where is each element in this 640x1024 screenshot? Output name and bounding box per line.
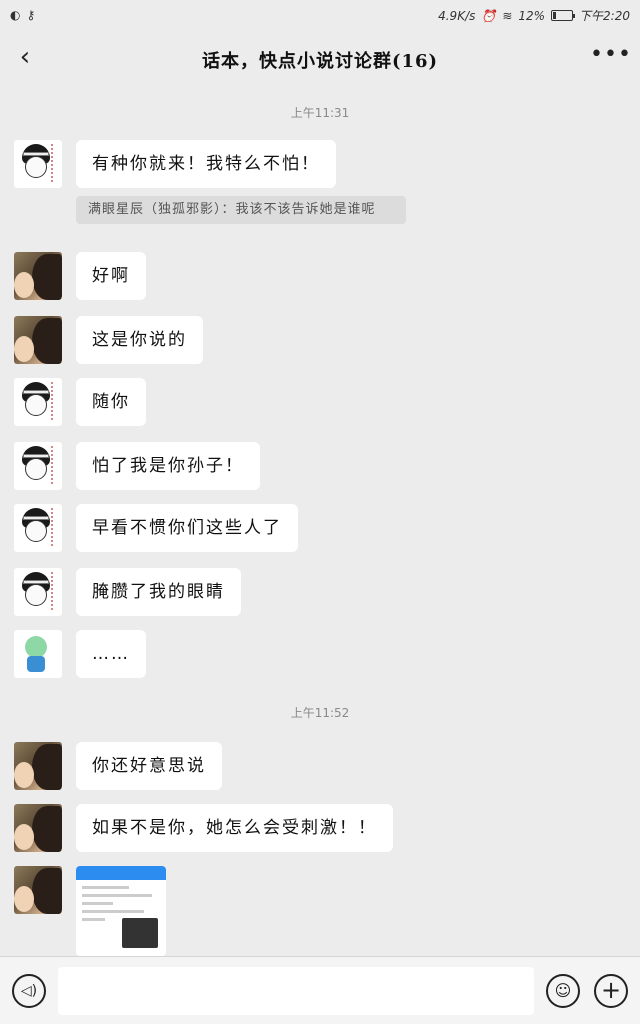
avatar[interactable] bbox=[14, 442, 62, 490]
app-notification-icon: ◐ bbox=[10, 8, 21, 22]
timestamp: 上午11:52 bbox=[290, 706, 350, 720]
back-button[interactable]: ‹ bbox=[10, 42, 40, 72]
avatar[interactable] bbox=[14, 378, 62, 426]
timestamp: 上午11:31 bbox=[290, 106, 350, 120]
message-bubble[interactable]: 怕了我是你孙子！ bbox=[76, 442, 260, 490]
chat-area[interactable]: 上午11:31 有种你就来！我特么不怕！ 满眼星辰（独孤邪影）：我该不该告诉她是… bbox=[0, 88, 640, 956]
image-message[interactable] bbox=[76, 866, 166, 956]
message-bubble[interactable]: 早看不惯你们这些人了 bbox=[76, 504, 298, 552]
emoji-icon: ☺ bbox=[554, 981, 572, 1000]
more-button[interactable]: ••• bbox=[590, 40, 631, 70]
message-bubble[interactable]: 随你 bbox=[76, 378, 146, 426]
battery-icon bbox=[551, 10, 576, 21]
back-icon: ‹ bbox=[19, 42, 31, 72]
plus-button[interactable]: + bbox=[594, 974, 628, 1008]
message-bubble[interactable]: 这是你说的 bbox=[76, 316, 203, 364]
plus-icon: + bbox=[600, 976, 622, 1004]
network-speed: 4.9K/s bbox=[438, 8, 476, 23]
voice-icon: ◁) bbox=[20, 983, 38, 999]
avatar[interactable] bbox=[14, 316, 62, 364]
avatar[interactable] bbox=[14, 742, 62, 790]
avatar[interactable] bbox=[14, 866, 62, 914]
title-bar: ‹ 话本，快点小说讨论群(16) ••• bbox=[0, 30, 640, 88]
avatar[interactable] bbox=[14, 568, 62, 616]
clock: 下午2:20 bbox=[579, 9, 630, 23]
input-bar: ◁) ☺ + bbox=[0, 956, 640, 1024]
message-bubble[interactable]: 腌臜了我的眼睛 bbox=[76, 568, 241, 616]
avatar[interactable] bbox=[14, 630, 62, 678]
reply-quote[interactable]: 满眼星辰（独孤邪影）：我该不该告诉她是谁呢 bbox=[76, 196, 406, 224]
message-bubble[interactable]: 你还好意思说 bbox=[76, 742, 222, 790]
avatar[interactable] bbox=[14, 140, 62, 188]
more-icon: ••• bbox=[590, 42, 632, 67]
avatar[interactable] bbox=[14, 252, 62, 300]
wifi-icon: ≋ bbox=[502, 8, 513, 23]
voice-button[interactable]: ◁) bbox=[12, 974, 46, 1008]
emoji-button[interactable]: ☺ bbox=[546, 974, 580, 1008]
message-bubble[interactable]: 好啊 bbox=[76, 252, 146, 300]
chat-title: 话本，快点小说讨论群(16) bbox=[201, 51, 439, 72]
status-bar: ◐ ⚷ 4.9K/s ⏰ ≋ 12% 下午2:20 bbox=[0, 0, 640, 30]
battery-percent: 12% bbox=[518, 8, 546, 23]
alarm-icon: ⏰ bbox=[481, 8, 497, 23]
avatar[interactable] bbox=[14, 804, 62, 852]
message-bubble[interactable]: 如果不是你，她怎么会受刺激！！ bbox=[76, 804, 393, 852]
message-input[interactable] bbox=[58, 967, 534, 1015]
message-bubble[interactable]: 有种你就来！我特么不怕！ bbox=[76, 140, 336, 188]
avatar[interactable] bbox=[14, 504, 62, 552]
key-icon: ⚷ bbox=[26, 8, 36, 22]
message-bubble[interactable]: …… bbox=[76, 630, 146, 678]
